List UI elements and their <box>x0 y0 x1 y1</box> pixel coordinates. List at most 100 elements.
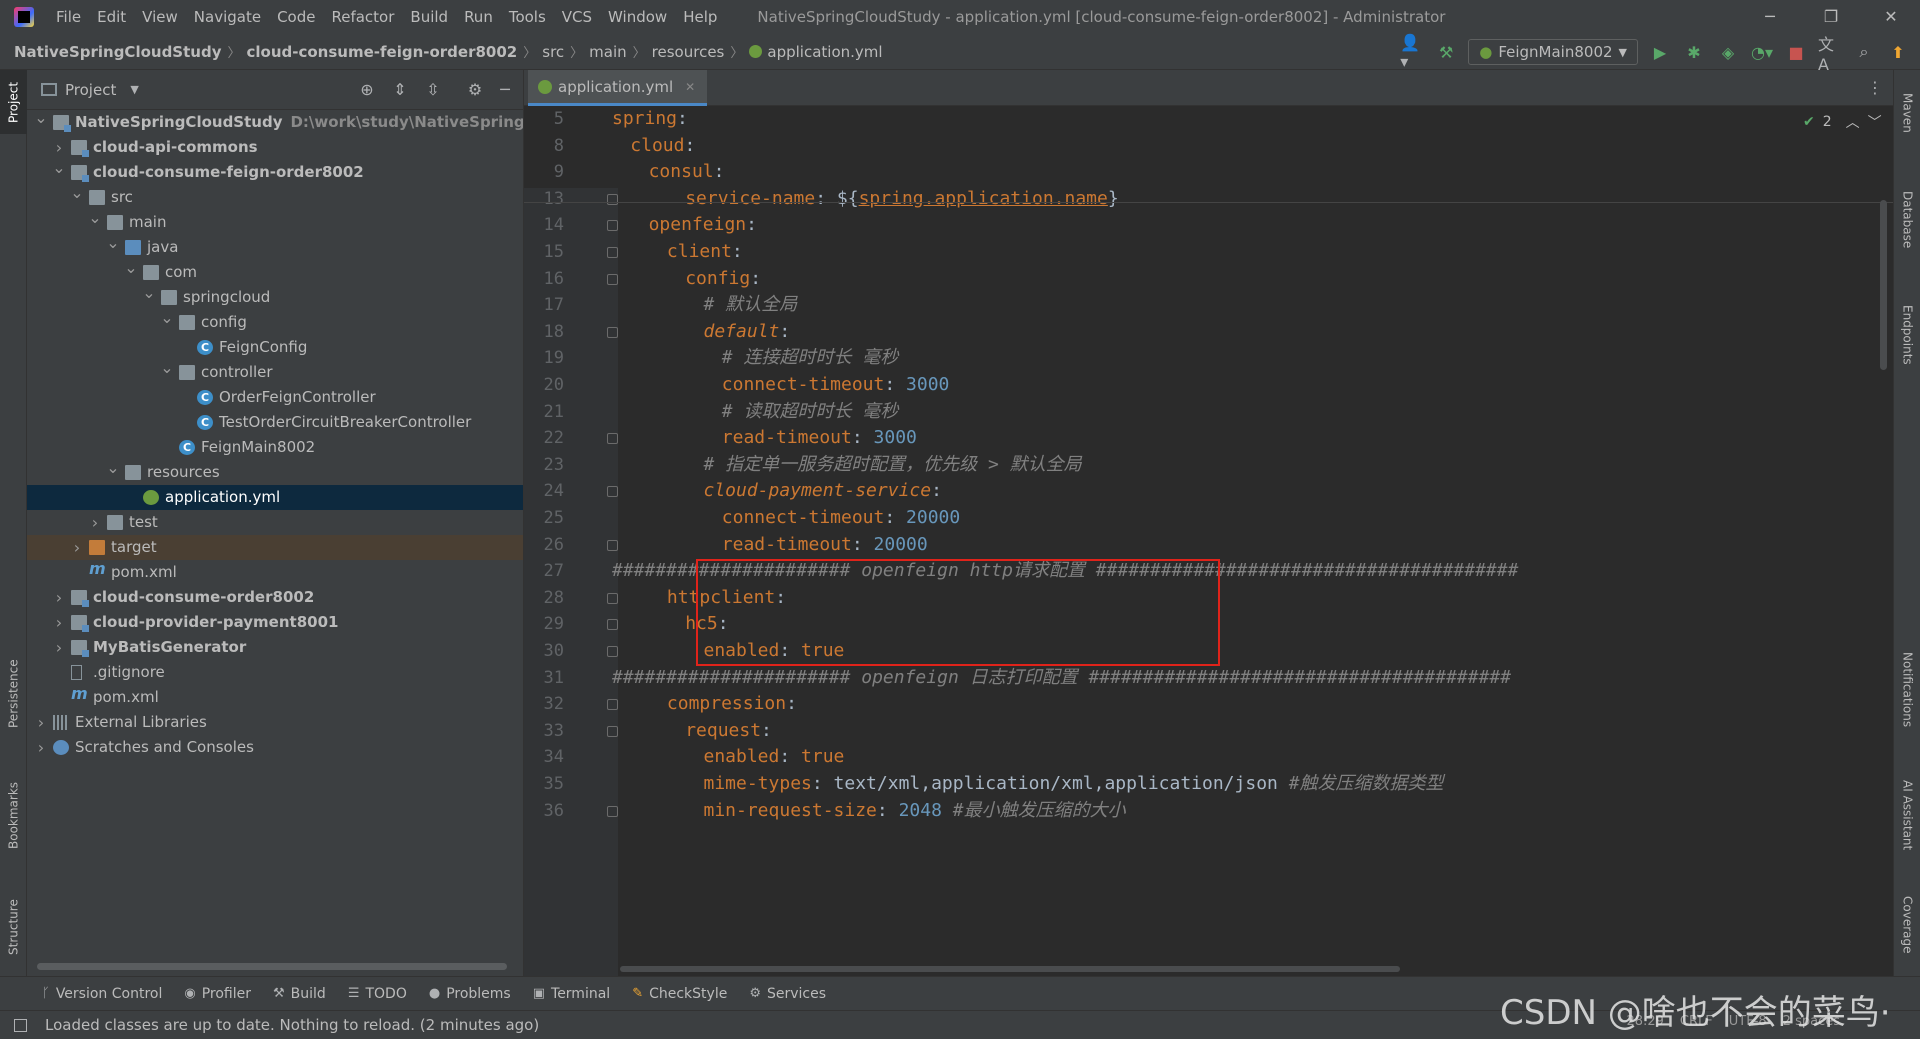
chevron-up-icon[interactable]: ︿ <box>1846 112 1860 132</box>
tree-item[interactable]: › test <box>27 510 523 535</box>
project-view-selector[interactable]: Project <box>65 81 116 99</box>
stripe-tab-structure[interactable]: Structure <box>0 880 27 974</box>
tree-item[interactable]: application.yml <box>27 485 523 510</box>
tool-window-version-control[interactable]: ᚴ Version Control <box>42 986 162 1002</box>
tree-item[interactable]: FeignConfig <box>27 335 523 360</box>
fold-marker-icon[interactable] <box>607 193 618 205</box>
stripe-tab-endpoints[interactable]: Endpoints <box>1894 280 1920 390</box>
menu-window[interactable]: Window <box>600 0 675 34</box>
debug-icon[interactable]: ✱ <box>1682 40 1706 64</box>
tree-item[interactable]: m pom.xml <box>27 684 523 710</box>
chevron-down-icon[interactable]: ⌄ <box>141 280 157 305</box>
tree-item[interactable]: › cloud-api-commons <box>27 135 523 160</box>
fold-marker-icon[interactable] <box>607 699 618 711</box>
stripe-tab-project[interactable]: Project <box>0 70 27 134</box>
tree-item[interactable]: m pom.xml <box>27 559 523 585</box>
chevron-right-icon[interactable]: › <box>51 635 67 660</box>
fold-marker-icon[interactable] <box>607 619 618 631</box>
menu-view[interactable]: View <box>134 0 186 34</box>
user-icon[interactable]: 👤▾ <box>1400 33 1424 71</box>
tab-application-yml[interactable]: application.yml ✕ <box>528 70 708 106</box>
panel-toggle-icon[interactable] <box>14 1018 27 1032</box>
chevron-down-icon[interactable]: ⌄ <box>51 155 67 180</box>
fold-marker-icon[interactable] <box>607 273 618 285</box>
chevron-down-icon[interactable]: ⌄ <box>105 230 121 255</box>
translate-icon[interactable]: 文A <box>1818 35 1842 74</box>
chevron-down-icon[interactable]: ⌄ <box>159 305 175 330</box>
editor-vertical-scrollbar[interactable] <box>1880 200 1887 370</box>
profile-icon[interactable]: ◔▾ <box>1750 40 1774 64</box>
fold-marker-icon[interactable] <box>607 486 618 498</box>
chevron-right-icon[interactable]: › <box>51 610 67 635</box>
fold-marker-icon[interactable] <box>607 247 618 258</box>
tool-window-problems[interactable]: ● Problems <box>429 986 511 1002</box>
expand-all-icon[interactable]: ⇕ <box>390 80 410 100</box>
build-hammer-icon[interactable]: ⚒ <box>1434 40 1458 64</box>
tool-window-build[interactable]: ⚒ Build <box>273 986 326 1002</box>
editor-horizontal-scrollbar[interactable] <box>620 966 1400 972</box>
menu-help[interactable]: Help <box>675 0 725 34</box>
menu-run[interactable]: Run <box>456 0 501 34</box>
chevron-right-icon[interactable]: › <box>33 710 49 735</box>
menu-tools[interactable]: Tools <box>501 0 554 34</box>
run-config-selector[interactable]: ● FeignMain8002 ▼ <box>1468 39 1638 65</box>
tree-item[interactable]: ⌄ config <box>27 308 523 335</box>
stripe-tab-bookmarks[interactable]: Bookmarks <box>0 760 27 870</box>
chevron-right-icon[interactable]: › <box>87 510 103 535</box>
tree-item[interactable]: ⌄ com <box>27 258 523 285</box>
coverage-icon[interactable]: ◈ <box>1716 40 1740 64</box>
restore-icon[interactable]: ❐ <box>1806 0 1856 34</box>
fold-marker-icon[interactable] <box>607 646 618 657</box>
fold-marker-icon[interactable] <box>607 592 618 604</box>
hide-icon[interactable]: ─ <box>495 80 515 100</box>
tool-window-profiler[interactable]: ◉ Profiler <box>184 986 251 1002</box>
tree-item[interactable]: › External Libraries <box>27 710 523 735</box>
stop-icon[interactable]: ■ <box>1784 40 1808 64</box>
breadcrumb-item[interactable]: resources <box>652 43 725 61</box>
tree-item[interactable]: ⌄ NativeSpringCloudStudy D:\work\study\Nat… <box>27 108 523 135</box>
menu-navigate[interactable]: Navigate <box>186 0 269 34</box>
locate-icon[interactable]: ⊕ <box>357 80 377 100</box>
chevron-down-icon[interactable]: ⌄ <box>159 355 175 380</box>
chevron-down-icon[interactable]: ⌄ <box>69 180 85 205</box>
menu-build[interactable]: Build <box>402 0 456 34</box>
run-icon[interactable]: ▶ <box>1648 40 1672 64</box>
tree-item[interactable]: .gitignore <box>27 660 523 685</box>
stripe-tab-persistence[interactable]: Persistence <box>0 638 27 750</box>
code-line[interactable]: 36 min-request-size: 2048 #最小触发压缩的大小 <box>524 795 1893 827</box>
menu-refactor[interactable]: Refactor <box>323 0 402 34</box>
inspection-widget[interactable]: ✔ 2 ︿ ﹀ <box>1803 112 1882 132</box>
fold-marker-icon[interactable] <box>607 539 618 551</box>
stripe-tab-ai-assistant[interactable]: AI Assistant <box>1894 760 1920 870</box>
menu-file[interactable]: File <box>48 0 89 34</box>
stripe-tab-notifications[interactable]: Notifications <box>1894 630 1920 750</box>
menu-vcs[interactable]: VCS <box>554 0 600 34</box>
chevron-down-icon[interactable]: ﹀ <box>1868 112 1882 132</box>
chevron-right-icon[interactable]: › <box>69 535 85 560</box>
tree-item[interactable]: ⌄ resources <box>27 458 523 485</box>
tree-item[interactable]: ⌄ main <box>27 208 523 235</box>
fold-marker-icon[interactable] <box>607 326 618 338</box>
chevron-right-icon[interactable]: › <box>33 735 49 760</box>
update-icon[interactable]: ⬆ <box>1886 40 1910 64</box>
fold-marker-icon[interactable] <box>607 725 618 737</box>
tree-item[interactable]: FeignMain8002 <box>27 435 523 460</box>
stripe-tab-database[interactable]: Database <box>1894 170 1920 270</box>
chevron-down-icon[interactable]: ⌄ <box>33 105 49 130</box>
close-window-icon[interactable]: ✕ <box>1866 0 1916 34</box>
close-tab-icon[interactable]: ✕ <box>685 80 695 94</box>
tool-window-terminal[interactable]: ▣ Terminal <box>533 986 610 1002</box>
more-options-icon[interactable]: ⋮ <box>1867 78 1883 97</box>
minimize-icon[interactable]: ─ <box>1745 0 1795 34</box>
chevron-right-icon[interactable]: › <box>51 585 67 610</box>
chevron-down-icon[interactable]: ⌄ <box>105 455 121 480</box>
breadcrumb-item[interactable]: src <box>542 43 564 61</box>
tree-item[interactable]: OrderFeignController <box>27 385 523 410</box>
collapse-all-icon[interactable]: ⇳ <box>423 80 443 100</box>
tree-item[interactable]: ⌄ controller <box>27 358 523 385</box>
stripe-tab-coverage[interactable]: Coverage <box>1894 880 1920 970</box>
tree-item[interactable]: › Scratches and Consoles <box>27 735 523 760</box>
tree-item[interactable]: ⌄ java <box>27 233 523 260</box>
tree-item[interactable]: ⌄ springcloud <box>27 283 523 310</box>
menu-edit[interactable]: Edit <box>89 0 134 34</box>
